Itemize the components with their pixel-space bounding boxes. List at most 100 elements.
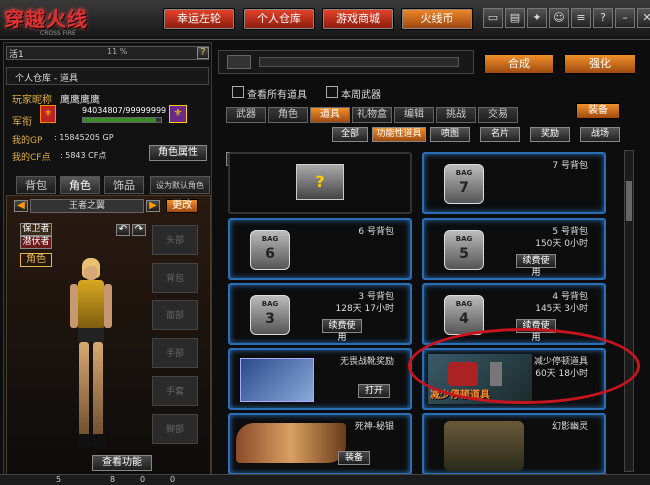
scrollbar[interactable] — [624, 150, 634, 472]
slot-hand[interactable]: 手部 — [152, 338, 198, 368]
item-name: 无畏战靴奖励 — [339, 357, 394, 367]
soldiers-icon — [444, 421, 524, 471]
item-cell[interactable]: 55 号背包150天 0小时续费使用 — [422, 218, 606, 280]
filter-all-label: 查看所有道具 — [247, 90, 307, 101]
item-name: 6 号背包 — [358, 227, 394, 237]
minimize-icon[interactable]: – — [615, 8, 635, 28]
redo-icon[interactable]: ↷ — [132, 224, 146, 236]
item-action-button[interactable]: 打开 — [358, 384, 390, 398]
backpack-icon: 4 — [444, 295, 484, 335]
shield-icon[interactable]: ✦ — [527, 8, 547, 28]
item-action-button[interactable]: 装备 — [338, 451, 370, 465]
slot-foot[interactable]: 脚部 — [152, 414, 198, 444]
group-icon[interactable]: ☺ — [549, 8, 569, 28]
tab-character[interactable]: 角色 — [60, 176, 100, 194]
personal-warehouse-button[interactable]: 个人仓库 — [243, 8, 315, 30]
item-time: 128天 17小时 — [335, 304, 395, 314]
prev-char-button[interactable]: ◀ — [14, 200, 28, 212]
question-icon[interactable]: ? — [593, 8, 613, 28]
slot-glove[interactable]: 手套 — [152, 376, 198, 406]
item-cell[interactable]: 幻影幽灵 — [422, 413, 606, 475]
item-cell[interactable]: 死神-秘银装备 — [228, 413, 412, 475]
mystery-box-icon: ? — [296, 164, 344, 200]
subtab-all[interactable]: 全部 — [332, 127, 368, 142]
char-belt — [78, 328, 104, 342]
rank-icon: ⚜ — [40, 105, 56, 123]
character-attr-button[interactable]: 角色属性 — [149, 145, 207, 161]
next-char-button[interactable]: ▶ — [146, 200, 160, 212]
switch-button[interactable]: 更改 — [166, 199, 198, 213]
slot-backpack[interactable]: 背包 — [152, 263, 198, 293]
char-torso — [78, 280, 104, 330]
tab-role[interactable]: 角色 — [268, 107, 308, 123]
item-cell[interactable]: 无畏战靴奖励打开 — [228, 348, 412, 410]
cf-label: 我的CF点 — [12, 153, 51, 163]
exp-bar-fill — [83, 118, 157, 122]
item-action-button[interactable]: 续费使用 — [322, 319, 362, 343]
info-strip — [218, 50, 474, 74]
tab-set-default[interactable]: 设为默认角色 — [150, 176, 210, 194]
role-lurker-tag: 潜伏者 — [20, 236, 52, 249]
tab-weapon[interactable]: 武器 — [226, 107, 266, 123]
item-name: 7 号背包 — [552, 161, 588, 171]
breadcrumb-text: 个人仓库 - 道具 — [15, 74, 78, 84]
char-left-boot — [77, 434, 91, 448]
close-icon[interactable]: ✕ — [637, 8, 650, 28]
subtab-card[interactable]: 名片 — [480, 127, 520, 142]
item-name: 死神-秘银 — [354, 422, 394, 432]
help-button[interactable]: ? — [197, 47, 209, 59]
char-left-arm — [70, 284, 78, 328]
item-cell[interactable]: 33 号背包128天 17小时续费使用 — [228, 283, 412, 345]
fire-coin-button[interactable]: 火线币 — [401, 8, 473, 30]
item-cell[interactable]: ? — [228, 152, 412, 214]
tab-giftbox[interactable]: 礼物盒 — [352, 107, 392, 123]
char-left-leg — [79, 342, 89, 442]
item-time: 150天 0小时 — [535, 239, 588, 249]
game-mall-button[interactable]: 游戏商城 — [322, 8, 394, 30]
item-action-button[interactable]: 续费使用 — [516, 254, 556, 278]
chart-icon[interactable]: ▤ — [505, 8, 525, 28]
bottom-count-a: 5 — [56, 475, 62, 484]
bottom-count-d: 0 — [170, 475, 176, 484]
filter-all-checkbox[interactable] — [232, 86, 244, 98]
subtab-functional[interactable]: 功能性道具 — [372, 127, 426, 142]
tab-backpack[interactable]: 背包 — [16, 176, 56, 194]
backpack-icon: 6 — [250, 230, 290, 270]
subtab-battlefield[interactable]: 战场 — [580, 127, 620, 142]
lucky-revolver-button[interactable]: 幸运左轮 — [163, 8, 235, 30]
role-defender-tag: 保卫者 — [20, 223, 52, 236]
enhance-button[interactable]: 强化 — [564, 54, 636, 74]
undo-icon[interactable]: ↶ — [116, 224, 130, 236]
game-logo: 穿越火线 — [4, 7, 88, 31]
tv-icon[interactable]: ▭ — [483, 8, 503, 28]
list-icon[interactable]: ≡ — [571, 8, 591, 28]
view-function-button[interactable]: 查看功能 — [92, 455, 152, 471]
info-toggle[interactable] — [227, 55, 251, 69]
tab-accessory[interactable]: 饰品 — [104, 176, 144, 194]
char-right-boot — [92, 434, 106, 448]
exp-text: 94034807/99999999 — [82, 106, 167, 115]
equip-top-button[interactable]: 装备 — [576, 103, 620, 119]
item-cell[interactable]: 6 6 号背包 — [228, 218, 412, 280]
combine-button[interactable]: 合成 — [484, 54, 554, 74]
character-select[interactable]: 王者之翼 — [30, 199, 144, 213]
slot-head[interactable]: 头部 — [152, 225, 198, 255]
tab-edit[interactable]: 编辑 — [394, 107, 434, 123]
item-cell[interactable]: 7 7 号背包 — [422, 152, 606, 214]
filter-week-checkbox[interactable] — [326, 86, 338, 98]
subtab-reward[interactable]: 奖励 — [530, 127, 570, 142]
nickname-label: 玩家昵称 — [12, 95, 52, 106]
scrollbar-thumb[interactable] — [626, 181, 632, 221]
tab-trade[interactable]: 交易 — [478, 107, 518, 123]
backpack-icon: 3 — [250, 295, 290, 335]
subtab-spray[interactable]: 喷图 — [430, 127, 470, 142]
tab-challenge[interactable]: 挑战 — [436, 107, 476, 123]
bottom-count-b: 8 — [110, 475, 116, 484]
role-label: 角色 — [20, 253, 52, 267]
char-face — [84, 266, 98, 280]
info-bar — [259, 57, 459, 67]
char-right-arm — [104, 284, 112, 328]
backpack-icon: 5 — [444, 230, 484, 270]
tab-items[interactable]: 道具 — [310, 107, 350, 123]
slot-face[interactable]: 面部 — [152, 300, 198, 330]
